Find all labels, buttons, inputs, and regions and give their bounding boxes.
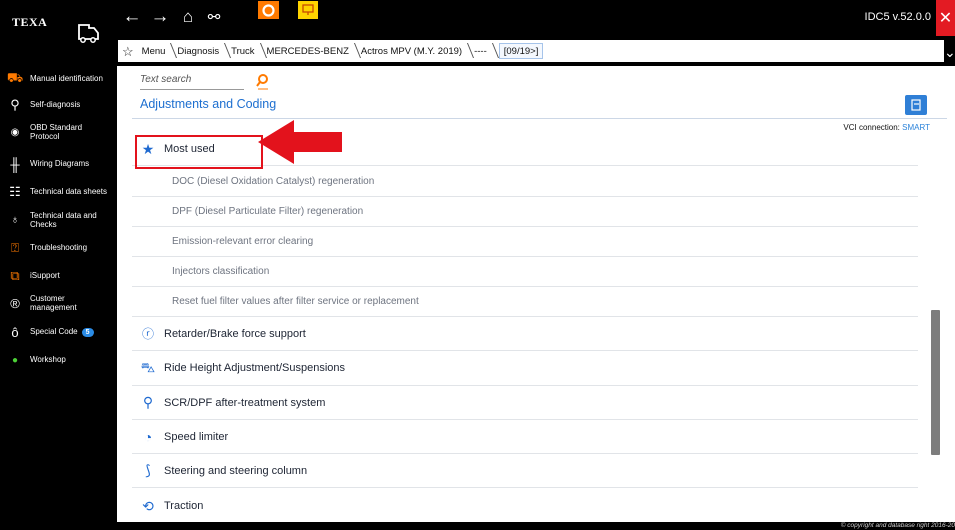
traction-icon: ⟲	[142, 497, 154, 514]
list-item-doc-regeneration[interactable]: DOC (Diesel Oxidation Catalyst) regenera…	[132, 166, 918, 197]
nav-toolbar: ← → ⌂ ⚯ IDC5 v.52.0.0 ✕	[118, 0, 955, 38]
isupport-icon: ⧉	[10, 268, 20, 283]
sidebar-item-workshop[interactable]: ● Workshop	[0, 353, 117, 367]
search-input[interactable]: Text search	[140, 74, 244, 90]
sidebar-item-customer[interactable]: ® Customer management	[0, 292, 117, 314]
sidebar-item-isupport[interactable]: ⧉ iSupport	[0, 268, 117, 283]
breadcrumb-diagnosis[interactable]: Diagnosis	[172, 40, 226, 62]
list-item-reset-fuel-filter[interactable]: Reset fuel filter values after filter se…	[132, 287, 918, 317]
tech-data-icon: ♁	[10, 214, 20, 226]
forward-arrow-icon[interactable]: →	[148, 5, 172, 29]
breadcrumb-version[interactable]: ----	[469, 40, 494, 62]
speed-limiter-icon: ◔	[143, 428, 153, 445]
workshop-icon: ●	[11, 354, 19, 366]
obd-icon: ◉	[10, 126, 20, 138]
export-button[interactable]	[905, 95, 927, 115]
list-item-speed-limiter[interactable]: ◔ Speed limiter	[132, 420, 918, 454]
sidebar-item-manual-identification[interactable]: ⛟ Manual identification	[0, 70, 117, 86]
link-icon[interactable]: ⚯	[202, 5, 226, 29]
sidebar-item-tech-data[interactable]: ♁ Technical data and Checks	[0, 209, 117, 231]
breadcrumb: ☆ Menu Diagnosis Truck MERCEDES-BENZ Act…	[118, 40, 944, 62]
sidebar-item-obd[interactable]: ◉ OBD Standard Protocol	[0, 121, 117, 143]
texa-logo: TEXA	[12, 15, 48, 29]
self-diagnosis-icon: ⚲	[10, 97, 20, 112]
truck-icon[interactable]	[74, 22, 100, 44]
help-lifebuoy-icon[interactable]	[258, 1, 279, 19]
scrollbar[interactable]	[931, 310, 940, 455]
breadcrumb-truck[interactable]: Truck	[226, 40, 261, 62]
breadcrumb-brand[interactable]: MERCEDES-BENZ	[262, 40, 356, 62]
sidebar: ⛟ Manual identification ⚲ Self-diagnosis…	[0, 66, 117, 530]
list-item-steering[interactable]: ⟆ Steering and steering column	[132, 454, 918, 488]
favorite-star-icon[interactable]: ☆	[122, 45, 134, 58]
manual-id-icon: ⛟	[6, 70, 24, 85]
breadcrumb-menu[interactable]: Menu	[137, 40, 173, 62]
home-icon[interactable]: ⌂	[176, 5, 200, 29]
breadcrumb-years[interactable]: [09/19>]	[498, 43, 544, 59]
title-divider	[132, 118, 947, 119]
sidebar-item-self-diagnosis[interactable]: ⚲ Self-diagnosis	[0, 97, 117, 112]
list-item-retarder[interactable]: ⓡ Retarder/Brake force support	[132, 317, 918, 351]
special-code-icon: ô	[11, 324, 19, 340]
sidebar-item-troubleshooting[interactable]: ⍰ Troubleshooting	[0, 240, 117, 255]
red-arrow-annotation	[258, 120, 342, 164]
list-item-injectors-classification[interactable]: Injectors classification	[132, 257, 918, 287]
retarder-icon: ⓡ	[141, 327, 154, 341]
copyright-notice: © copyright and database right 2016-20	[0, 522, 955, 530]
list-item-ride-height[interactable]: ⛍ Ride Height Adjustment/Suspensions	[132, 351, 918, 386]
list-item-scr-dpf[interactable]: ⚲ SCR/DPF after-treatment system	[132, 386, 918, 420]
brand-area: TEXA	[0, 0, 117, 66]
back-arrow-icon[interactable]: ←	[120, 5, 144, 29]
sidebar-item-special-code[interactable]: ô Special Code 5	[0, 324, 117, 340]
vci-status-value: SMART	[902, 123, 930, 132]
sidebar-item-wiring[interactable]: ╫ Wiring Diagrams	[0, 156, 117, 172]
data-sheets-icon: ☷	[9, 184, 21, 199]
sidebar-item-data-sheets[interactable]: ☷ Technical data sheets	[0, 184, 117, 199]
customer-icon: ®	[10, 295, 20, 311]
search-icon[interactable]	[255, 73, 271, 91]
list-item-emission-error-clearing[interactable]: Emission-relevant error clearing	[132, 227, 918, 257]
export-icon	[911, 99, 921, 111]
troubleshooting-icon: ⍰	[11, 240, 19, 255]
breadcrumb-model[interactable]: Actros MPV (M.Y. 2019)	[356, 40, 469, 62]
highlight-box	[135, 135, 263, 169]
app-window: TEXA ← → ⌂ ⚯ IDC5 v.52.0.0 ✕ ☆ Menu Diag…	[0, 0, 955, 530]
list-item-traction[interactable]: ⟲ Traction	[132, 488, 918, 524]
scr-icon: ⚲	[142, 394, 154, 410]
steering-icon: ⟆	[145, 462, 151, 478]
suspension-icon: ⛍	[140, 358, 156, 375]
page-title: Adjustments and Coding	[140, 97, 277, 111]
list-item-dpf-regeneration[interactable]: DPF (Diesel Particulate Filter) regenera…	[132, 197, 918, 227]
chevron-down-icon[interactable]: ⌄	[944, 44, 955, 61]
special-code-badge: 5	[81, 327, 94, 337]
screen-icon[interactable]	[298, 1, 318, 19]
version-label: IDC5 v.52.0.0	[864, 11, 931, 23]
wiring-icon: ╫	[10, 156, 20, 172]
vci-status: VCI connection: SMART	[843, 123, 930, 132]
close-button[interactable]: ✕	[936, 0, 955, 36]
